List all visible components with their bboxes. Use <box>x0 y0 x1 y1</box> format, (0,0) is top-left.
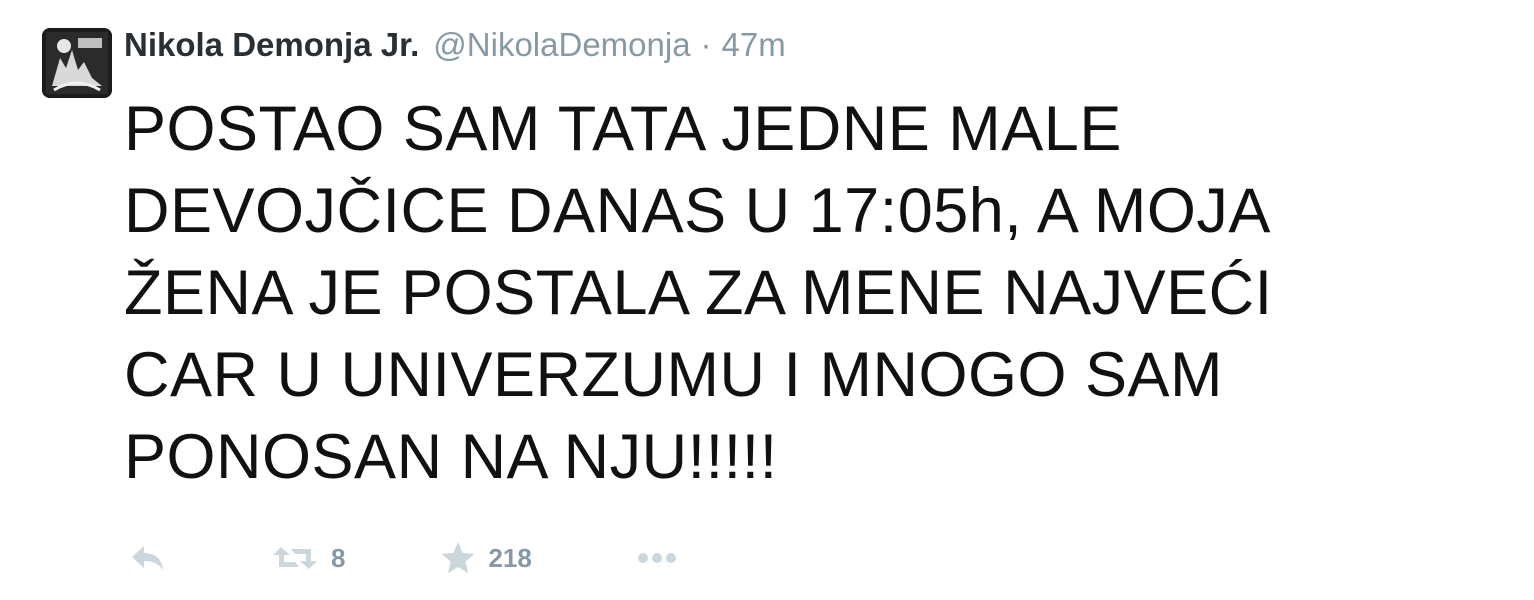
tweet-timestamp[interactable]: 47m <box>722 26 786 64</box>
retweet-icon <box>273 547 317 569</box>
author-username[interactable]: @NikolaDemonja <box>433 26 690 64</box>
tweet-text-line: CAR U UNIVERZUMU I MNOGO SAM <box>124 340 1224 410</box>
tweet-card: Nikola Demonja Jr. @NikolaDemonja · 47m … <box>0 0 1534 600</box>
tweet-text-line: ŽENA JE POSTALA ZA MENE NAJVEĆI <box>124 258 1273 328</box>
favorite-button[interactable]: 218 <box>440 541 532 575</box>
star-icon <box>441 542 475 574</box>
tweet-text-line: POSTAO SAM TATA JEDNE MALE <box>124 94 1122 164</box>
tweet-text-line: PONOSAN NA NJU!!!!! <box>124 422 778 492</box>
tweet-header: Nikola Demonja Jr. @NikolaDemonja · 47m <box>124 26 786 70</box>
retweet-button[interactable]: 8 <box>271 543 345 574</box>
favorite-count: 218 <box>488 542 532 573</box>
more-icon <box>637 553 676 563</box>
more-button[interactable] <box>637 552 677 564</box>
reply-icon <box>132 546 163 570</box>
avatar-image <box>42 28 112 98</box>
avatar[interactable] <box>42 28 112 98</box>
tweet-actions: 8 218 <box>130 538 677 578</box>
tweet-text: POSTAO SAM TATA JEDNE MALE DEVOJČICE DAN… <box>124 88 1454 498</box>
author-fullname[interactable]: Nikola Demonja Jr. <box>124 26 419 64</box>
header-separator: · <box>700 26 712 63</box>
reply-button[interactable] <box>130 543 166 573</box>
retweet-count: 8 <box>331 542 346 573</box>
tweet-text-line: DEVOJČICE DANAS U 17:05h, A MOJA <box>124 176 1271 246</box>
